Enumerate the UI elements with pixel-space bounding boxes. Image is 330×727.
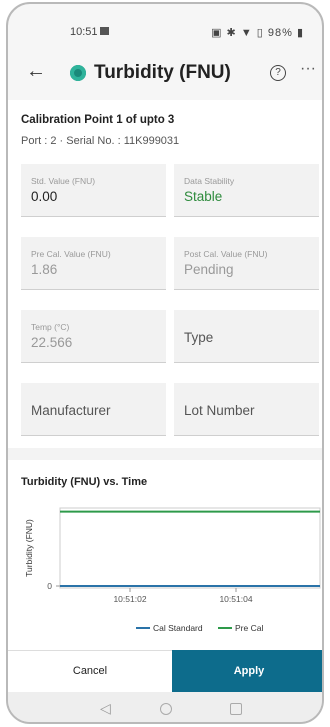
calibration-content: Calibration Point 1 of upto 3 Port : 2 ·… <box>8 100 322 650</box>
pre-cal-label: Pre Cal. Value (FNU) <box>31 249 111 259</box>
more-options-icon[interactable]: ··· <box>300 60 316 78</box>
manufacturer-placeholder: Manufacturer <box>31 403 111 418</box>
calibration-title: Calibration Point 1 of upto 3 <box>21 114 175 126</box>
port-serial-line: Port : 2 · Serial No. : 11K999031 <box>21 135 180 147</box>
status-time: 10:51 <box>70 26 98 38</box>
notification-icon <box>100 27 109 35</box>
y-tick-label: 0 <box>47 581 52 591</box>
temp-label: Temp (°C) <box>31 322 70 332</box>
data-stability-field: Data Stability Stable <box>174 164 319 217</box>
cancel-button[interactable]: Cancel <box>8 650 172 692</box>
apply-button[interactable]: Apply <box>172 650 322 692</box>
data-stability-label: Data Stability <box>184 176 235 186</box>
pre-cal-value: 1.86 <box>31 262 58 277</box>
pre-cal-field: Pre Cal. Value (FNU) 1.86 <box>21 237 166 290</box>
sensor-icon <box>70 65 86 81</box>
nav-home-icon[interactable] <box>160 703 172 715</box>
nav-recents-icon[interactable] <box>230 703 242 715</box>
back-arrow-icon[interactable]: ← <box>26 60 46 83</box>
system-nav-bar: ◁ <box>8 692 322 722</box>
status-icons: ▣ ✱ ▼ ▯ 98% ▮ <box>211 27 304 39</box>
type-field[interactable]: Type <box>174 310 319 363</box>
post-cal-value: Pending <box>184 262 234 277</box>
std-value-field[interactable]: Std. Value (FNU) 0.00 <box>21 164 166 217</box>
type-placeholder: Type <box>184 330 214 345</box>
post-cal-field: Post Cal. Value (FNU) Pending <box>174 237 319 290</box>
nav-back-icon[interactable]: ◁ <box>100 700 111 717</box>
lot-number-field[interactable]: Lot Number <box>174 383 319 436</box>
manufacturer-field[interactable]: Manufacturer <box>21 383 166 436</box>
status-bar: 10:51 ▣ ✱ ▼ ▯ 98% ▮ <box>8 4 322 50</box>
y-axis-label: Turbidity (FNU) <box>24 519 34 577</box>
legend-label: Cal Standard <box>153 623 203 633</box>
std-value-value: 0.00 <box>31 189 58 204</box>
section-divider <box>8 448 322 460</box>
action-bar: Cancel Apply <box>8 650 322 692</box>
x-tick-label: 10:51:04 <box>219 594 252 604</box>
x-tick-label: 10:51:02 <box>113 594 146 604</box>
turbidity-chart: Turbidity (FNU) 0 10:51:02 10:51:04 Cal Sta… <box>24 507 321 633</box>
device-frame: 10:51 ▣ ✱ ▼ ▯ 98% ▮ ← Turbidity (FNU) ? … <box>6 2 324 724</box>
page-title: Turbidity (FNU) <box>94 62 231 83</box>
lot-number-placeholder: Lot Number <box>184 403 255 418</box>
std-value-label: Std. Value (FNU) <box>31 176 96 186</box>
legend-label: Pre Cal <box>235 623 263 633</box>
chart-title: Turbidity (FNU) vs. Time <box>21 476 148 488</box>
app-header: ← Turbidity (FNU) ? ··· <box>8 50 322 100</box>
temp-field: Temp (°C) 22.566 <box>21 310 166 363</box>
data-stability-value: Stable <box>184 189 223 204</box>
plot-area <box>59 507 321 589</box>
help-icon[interactable]: ? <box>270 65 286 81</box>
post-cal-label: Post Cal. Value (FNU) <box>184 249 268 259</box>
temp-value: 22.566 <box>31 335 73 350</box>
